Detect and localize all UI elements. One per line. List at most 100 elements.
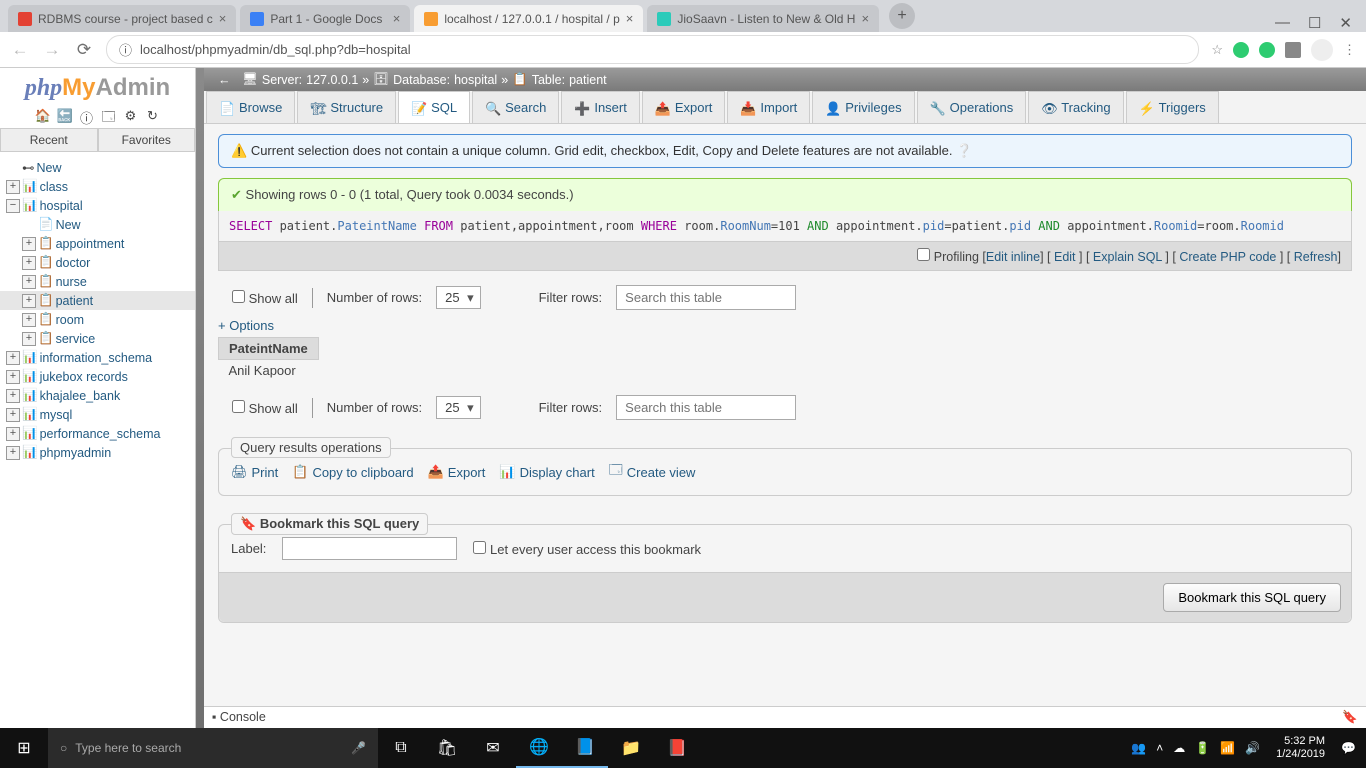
nav-left-icon[interactable]: ← [218,73,231,87]
collapse-icon[interactable]: − [6,199,20,213]
tree-table-patient[interactable]: + 📋 patient [0,291,195,310]
filter-input[interactable] [616,285,796,310]
task-view-icon[interactable]: ⧉ [378,728,424,768]
browser-tab-2[interactable]: localhost / 127.0.0.1 / hospital / p × [414,5,643,32]
rows-select[interactable]: 25 [436,396,480,419]
tray-up-icon[interactable]: ˄ [1156,741,1163,755]
profiling-checkbox[interactable] [917,248,930,261]
tree-new[interactable]: ⊷ New [6,158,191,177]
tab-triggers[interactable]: ⚡Triggers [1126,91,1219,123]
expand-icon[interactable]: + [22,275,36,289]
explorer-icon[interactable]: 📁 [608,728,654,768]
wifi-icon[interactable]: 📶 [1220,741,1235,755]
breadcrumb-db[interactable]: hospital [454,73,497,87]
expand-icon[interactable]: + [6,180,20,194]
column-header[interactable]: PateintName [219,338,319,360]
extension-icon[interactable] [1285,42,1301,58]
chart-link[interactable]: 📊Display chart [499,464,594,480]
create-php-link[interactable]: Create PHP code [1179,250,1276,264]
rows-select[interactable]: 25 [436,286,480,309]
expand-icon[interactable]: + [6,408,20,422]
close-icon[interactable]: × [393,11,401,26]
refresh-link[interactable]: Refresh [1294,250,1338,264]
reload-icon[interactable]: ⟳ [74,40,94,60]
tab-browse[interactable]: 📄Browse [206,91,295,123]
docs-icon[interactable]: ⓘ [79,108,95,124]
tab-export[interactable]: 📤Export [642,91,726,123]
forward-icon[interactable]: → [42,40,62,60]
acrobat-icon[interactable]: 📕 [654,728,700,768]
tab-tracking[interactable]: 👁Tracking [1028,91,1123,123]
tab-insert[interactable]: ➕Insert [561,91,640,123]
tree-db-performance[interactable]: + 📊 performance_schema [6,424,191,443]
print-link[interactable]: 🖨Print [231,464,278,480]
show-all-top[interactable]: Show all [232,290,298,306]
pma-logo[interactable]: phpMyAdmin [0,68,195,104]
extension-icon[interactable] [1233,42,1249,58]
collapse-sidebar-handle[interactable] [196,68,204,728]
options-toggle[interactable]: + Options [218,318,274,333]
breadcrumb-table[interactable]: patient [569,73,607,87]
reload-icon[interactable]: ↻ [145,108,161,124]
word-icon[interactable]: 📘 [562,728,608,768]
store-icon[interactable]: 🛍 [424,728,470,768]
view-link[interactable]: 🗔Create view [609,461,696,483]
tab-sql[interactable]: 📝SQL [398,91,470,123]
tree-db-mysql[interactable]: + 📊 mysql [6,405,191,424]
expand-icon[interactable]: + [6,370,20,384]
browser-tab-0[interactable]: RDBMS course - project based c × [8,5,236,32]
console-bar[interactable]: ▪ Console 🔖 [204,706,1366,728]
tab-operations[interactable]: 🔧Operations [917,91,1027,123]
expand-icon[interactable]: + [22,256,36,270]
close-icon[interactable]: × [861,11,869,26]
tree-table-service[interactable]: + 📋 service [6,329,191,348]
expand-icon[interactable]: + [22,332,36,346]
export-link[interactable]: 📤Export [428,464,486,480]
profile-avatar[interactable] [1311,39,1333,61]
expand-icon[interactable]: + [6,389,20,403]
tree-db-jukebox[interactable]: + 📊 jukebox records [6,367,191,386]
minimize-icon[interactable]: — [1275,14,1290,32]
close-window-icon[interactable]: ✕ [1339,14,1352,32]
tab-favorites[interactable]: Favorites [98,128,196,151]
bookmark-star-icon[interactable]: ☆ [1211,42,1223,58]
tree-db-khajalee[interactable]: + 📊 khajalee_bank [6,386,191,405]
bookmark-everyone[interactable]: Let every user access this bookmark [473,541,701,557]
clock[interactable]: 5:32 PM 1/24/2019 [1270,735,1331,761]
browser-tab-3[interactable]: JioSaavn - Listen to New & Old H × [647,5,879,32]
notifications-icon[interactable]: 💬 [1341,741,1356,755]
tree-db-phpmyadmin[interactable]: + 📊 phpmyadmin [6,443,191,462]
tab-recent[interactable]: Recent [0,128,98,151]
back-icon[interactable]: ← [10,40,30,60]
edit-inline-link[interactable]: Edit inline [986,250,1040,264]
sql-icon[interactable]: 🗔 [101,108,117,124]
tree-db-information_schema[interactable]: + 📊 information_schema [6,348,191,367]
help-icon[interactable]: ❔ [956,143,972,158]
tree-db-class[interactable]: + 📊 class [6,177,191,196]
expand-icon[interactable]: + [6,351,20,365]
settings-icon[interactable]: ⚙ [123,108,139,124]
tree-table-doctor[interactable]: + 📋 doctor [6,253,191,272]
expand-icon[interactable]: + [22,294,36,308]
filter-input[interactable] [616,395,796,420]
copy-link[interactable]: 📋Copy to clipboard [292,464,413,480]
expand-icon[interactable]: + [22,313,36,327]
maximize-icon[interactable]: ☐ [1308,14,1321,32]
expand-icon[interactable]: + [6,427,20,441]
show-all-checkbox[interactable] [232,290,245,303]
expand-icon[interactable]: + [6,446,20,460]
battery-icon[interactable]: 🔋 [1195,741,1210,755]
new-tab-button[interactable]: + [889,3,915,29]
tree-table-appointment[interactable]: + 📋 appointment [6,234,191,253]
show-all-checkbox[interactable] [232,400,245,413]
menu-icon[interactable]: ⋮ [1343,42,1356,58]
tab-import[interactable]: 📥Import [727,91,810,123]
start-button[interactable]: ⊞ [0,728,48,768]
logout-icon[interactable]: 🔙 [57,108,73,124]
everyone-checkbox[interactable] [473,541,486,554]
tab-structure[interactable]: 🏗Structure [297,91,396,123]
bookmark-page-icon[interactable]: 🔖 [1342,710,1358,725]
tree-db-hospital[interactable]: − 📊 hospital [6,196,191,215]
mail-icon[interactable]: ✉ [470,728,516,768]
expand-icon[interactable]: + [22,237,36,251]
